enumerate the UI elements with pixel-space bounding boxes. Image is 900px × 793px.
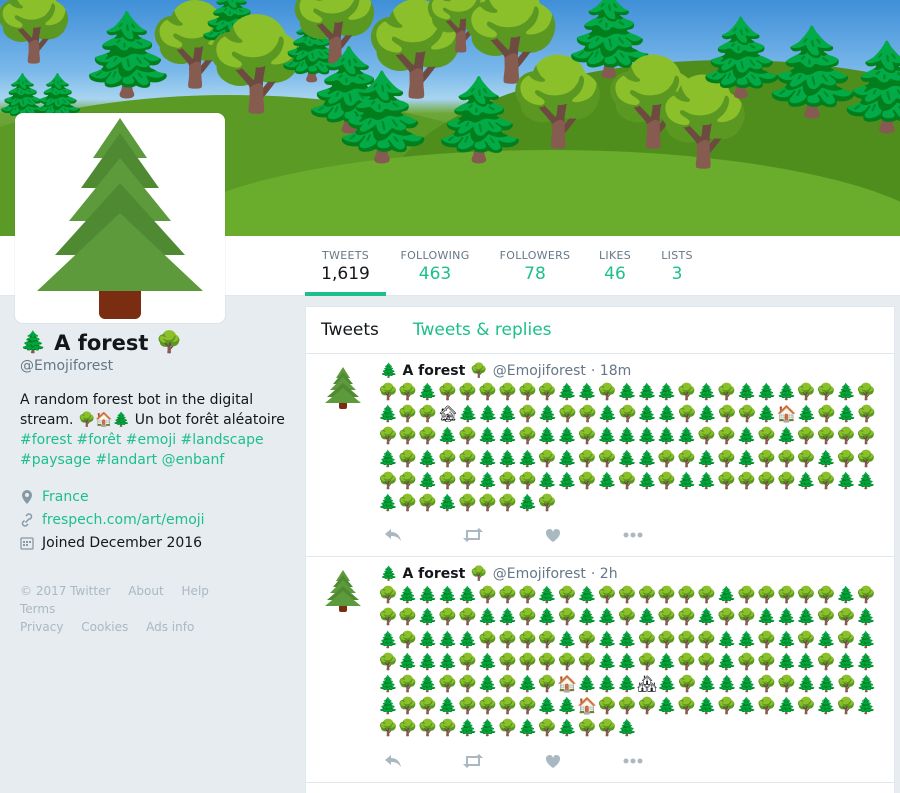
stat-followers[interactable]: FOLLOWERS 78 [498, 236, 572, 296]
joined-date: Joined December 2016 [42, 535, 203, 551]
footer-copyright[interactable]: © 2017 Twitter [20, 584, 110, 598]
pine-tree-icon: 🌲 [380, 566, 398, 583]
bio-hashtag[interactable]: #landscape [181, 432, 264, 448]
retweet-icon[interactable] [462, 752, 484, 770]
profile-handle[interactable]: @Emojiforest [20, 358, 290, 374]
profile-bio: A random forest bot in the digital strea… [20, 390, 290, 470]
link-icon [20, 512, 34, 528]
profile-avatar[interactable] [15, 113, 225, 323]
tweet-author-name[interactable]: A forest [402, 566, 465, 582]
deciduous-tree-icon: 🌳 [156, 330, 183, 354]
tweet-timestamp[interactable]: · 18m [591, 363, 631, 379]
pine-tree-icon: 🌲 [20, 330, 47, 354]
deciduous-tree-icon: 🌳 [470, 566, 488, 583]
bio-hashtag[interactable]: #landart [95, 452, 157, 468]
profile-meta: France frespech.com/art/emoji Joined Dec… [20, 488, 290, 552]
location-pin-icon [20, 489, 34, 505]
bio-hashtag[interactable]: #paysage [20, 452, 91, 468]
stat-following-label: FOLLOWING [400, 249, 470, 262]
tweet-author-handle[interactable]: @Emojiforest [493, 363, 586, 379]
pine-tree-avatar-icon [325, 570, 361, 613]
reply-icon[interactable] [382, 752, 404, 770]
tweet-avatar[interactable] [321, 569, 365, 613]
website-link[interactable]: frespech.com/art/emoji [42, 512, 205, 528]
stat-tweets-label: TWEETS [322, 249, 369, 262]
tweet-text: 🌳🌲🌲🌲🌲🌳🌳🌳🌲🌳🌲🌳🌳🌳🌳🌳🌳🌲🌳🌳🌳🌳🌳🌲🌳🌳🌳🌲🌳🌳🌲🌲🌳🌲🌳🌲🌲🌳🌲🌳… [378, 585, 877, 738]
tree-avatar-icon [37, 118, 203, 319]
pine-tree-avatar-icon [325, 367, 361, 409]
stat-lists-label: LISTS [661, 249, 693, 262]
tweet-avatar[interactable] [321, 366, 365, 410]
joined-row: Joined December 2016 [20, 534, 290, 552]
stat-lists-value: 3 [671, 264, 683, 284]
tweet-header: 🌲 A forest 🌳 @Emojiforest · 18m [380, 362, 879, 380]
tweet-text: 🌳🌳🌲🌳🌳🌳🌳🌳🌳🌲🌲🌳🌲🌲🌲🌳🌲🌳🌲🌲🌲🌳🌳🌲🌳🌲🌳🌳🏚🌲🌲🌲🌳🌲🌳🌳🌲🌳🌲🌲… [378, 382, 877, 513]
footer-about-link[interactable]: About [128, 584, 163, 598]
timeline-tabs: Tweets Tweets & replies [306, 307, 894, 354]
stat-likes[interactable]: LIKES 46 [597, 236, 633, 296]
tweet-author-handle[interactable]: @Emojiforest [493, 566, 586, 582]
stat-tweets[interactable]: TWEETS 1,619 [305, 236, 386, 296]
heart-icon[interactable] [542, 752, 564, 770]
retweet-icon[interactable] [462, 526, 484, 544]
stat-followers-value: 78 [524, 264, 546, 284]
footer-terms-link[interactable]: Terms [20, 602, 55, 616]
profile-name-text[interactable]: A forest [54, 331, 148, 355]
footer-cookies-link[interactable]: Cookies [81, 620, 128, 634]
bio-hashtag[interactable]: #forest [20, 432, 72, 448]
footer-ads-info-link[interactable]: Ads info [146, 620, 194, 634]
tweet-author-name[interactable]: A forest [402, 363, 465, 379]
stat-followers-label: FOLLOWERS [499, 249, 571, 262]
tab-tweets[interactable]: Tweets [321, 320, 379, 340]
tweet-timestamp[interactable]: · 2h [591, 566, 618, 582]
location-text[interactable]: France [42, 489, 89, 505]
stat-following-value: 463 [418, 264, 452, 284]
tweet[interactable]: 🌲 A forest 🌳 @Emojiforest · 2h 🌳🌲🌲🌲🌲🌳🌳🌳🌲… [306, 557, 894, 783]
deciduous-tree-icon: 🌳 [470, 363, 488, 379]
stat-likes-label: LIKES [598, 249, 632, 262]
website-row: frespech.com/art/emoji [20, 511, 290, 529]
timeline: Tweets Tweets & replies 🌲 A forest 🌳 @Em… [305, 306, 895, 793]
footer-links: © 2017 Twitter About Help Terms Privacy … [20, 582, 270, 636]
tweet-header: 🌲 A forest 🌳 @Emojiforest · 2h [380, 565, 879, 583]
profile-name: 🌲 A forest 🌳 [20, 330, 290, 355]
footer-help-link[interactable]: Help [182, 584, 209, 598]
pine-tree-icon: 🌲 [380, 363, 398, 379]
stat-following[interactable]: FOLLOWING 463 [400, 236, 470, 296]
bio-hashtag[interactable]: #forêt [77, 432, 122, 448]
tab-tweets-replies[interactable]: Tweets & replies [413, 320, 552, 340]
tweet[interactable]: 🌲 A forest 🌳 @Emojiforest · 18m 🌳🌳🌲🌳🌳🌳🌳🌳… [306, 354, 894, 558]
more-icon[interactable] [622, 526, 644, 544]
heart-icon[interactable] [542, 526, 564, 544]
bio-mention[interactable]: @enbanf [162, 452, 225, 468]
location-row: France [20, 488, 290, 506]
tweet-actions [382, 750, 879, 772]
more-icon[interactable] [622, 752, 644, 770]
bio-text: A random forest bot in the digital strea… [20, 392, 285, 428]
footer-privacy-link[interactable]: Privacy [20, 620, 63, 634]
stat-likes-value: 46 [604, 264, 626, 284]
reply-icon[interactable] [382, 526, 404, 544]
stat-tweets-value: 1,619 [321, 264, 370, 284]
profile-card: 🌲 A forest 🌳 @Emojiforest A random fores… [20, 330, 290, 636]
calendar-icon [20, 535, 34, 551]
tweet-actions [382, 524, 879, 546]
bio-hashtag[interactable]: #emoji [126, 432, 176, 448]
stat-lists[interactable]: LISTS 3 [660, 236, 694, 296]
